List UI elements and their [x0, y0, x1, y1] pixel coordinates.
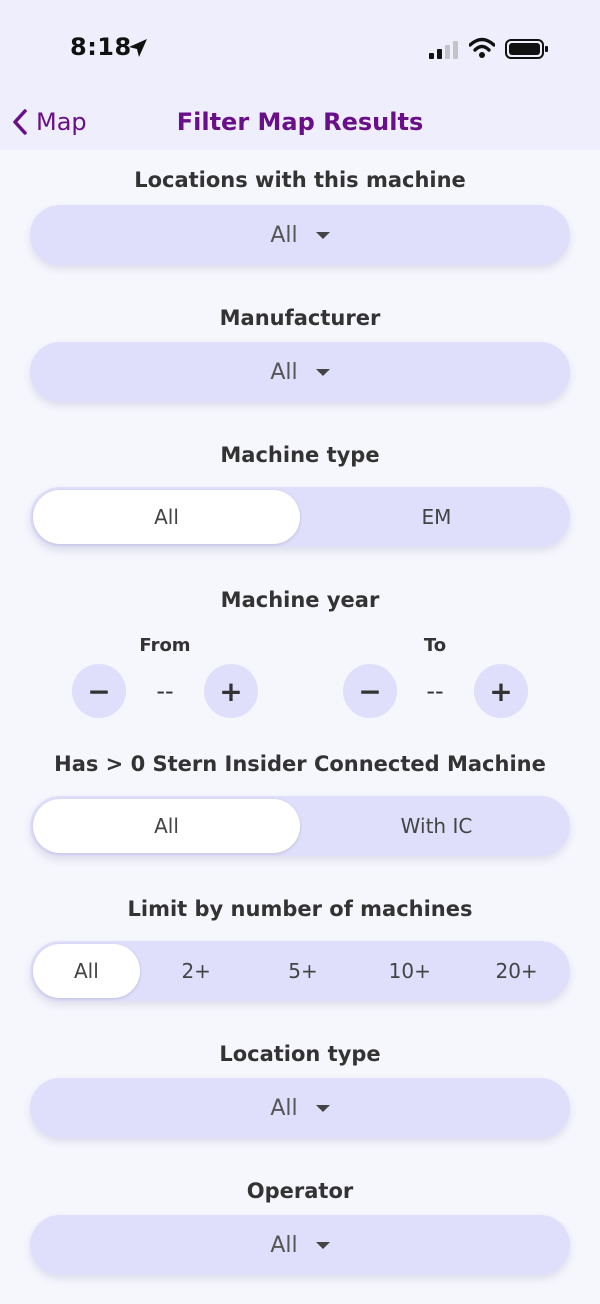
- dropdown-value: All: [270, 1095, 298, 1121]
- dropdown-value: All: [270, 359, 298, 385]
- year-from-label: From: [139, 635, 191, 656]
- machine-type-option-all[interactable]: All: [33, 490, 300, 544]
- location-type-title: Location type: [219, 1042, 381, 1066]
- dropdown-value: All: [270, 222, 298, 248]
- wifi-icon: [469, 37, 495, 58]
- locations-machine-dropdown[interactable]: All: [30, 205, 570, 265]
- caret-down-icon: [315, 368, 330, 376]
- machine-year-title: Machine year: [220, 588, 380, 612]
- location-arrow-icon: [129, 39, 147, 57]
- year-from-decrement-button[interactable]: −: [72, 664, 126, 718]
- limit-count-segmented-control: All 2+ 5+ 10+ 20+: [30, 941, 570, 1001]
- status-time: 8:18: [70, 33, 132, 61]
- limit-count-title: Limit by number of machines: [127, 897, 473, 921]
- back-button[interactable]: Map: [12, 104, 87, 140]
- year-to-increment-button[interactable]: +: [474, 664, 528, 718]
- operator-title: Operator: [246, 1179, 354, 1203]
- stern-insider-segmented-control: All With IC: [30, 796, 570, 856]
- caret-down-icon: [315, 1104, 330, 1112]
- year-to-value: --: [426, 677, 444, 705]
- dropdown-value: All: [270, 1232, 298, 1258]
- year-from-increment-button[interactable]: +: [204, 664, 258, 718]
- limit-count-option-20plus[interactable]: 20+: [463, 941, 570, 1001]
- manufacturer-dropdown[interactable]: All: [30, 342, 570, 402]
- cellular-signal-icon: [429, 41, 458, 59]
- manufacturer-title: Manufacturer: [219, 306, 381, 330]
- battery-icon: [505, 39, 548, 59]
- stern-insider-option-all[interactable]: All: [33, 799, 300, 853]
- year-from-value: --: [156, 677, 174, 705]
- caret-down-icon: [315, 231, 330, 239]
- limit-count-option-all[interactable]: All: [33, 944, 140, 998]
- back-label: Map: [36, 108, 87, 136]
- operator-dropdown[interactable]: All: [30, 1215, 570, 1275]
- limit-count-option-5plus[interactable]: 5+: [250, 941, 357, 1001]
- location-type-dropdown[interactable]: All: [30, 1078, 570, 1138]
- year-to-label: To: [423, 635, 447, 656]
- limit-count-option-10plus[interactable]: 10+: [356, 941, 463, 1001]
- stern-insider-option-with-ic[interactable]: With IC: [303, 796, 570, 856]
- year-to-decrement-button[interactable]: −: [343, 664, 397, 718]
- caret-down-icon: [315, 1241, 330, 1249]
- stern-insider-title: Has > 0 Stern Insider Connected Machine: [54, 752, 546, 776]
- machine-type-segmented-control: All EM: [30, 487, 570, 547]
- navigation-bar: [0, 100, 600, 150]
- machine-type-title: Machine type: [220, 443, 380, 467]
- machine-type-option-em[interactable]: EM: [303, 487, 570, 547]
- limit-count-option-2plus[interactable]: 2+: [143, 941, 250, 1001]
- locations-machine-title: Locations with this machine: [134, 168, 466, 192]
- chevron-left-icon: [13, 109, 27, 135]
